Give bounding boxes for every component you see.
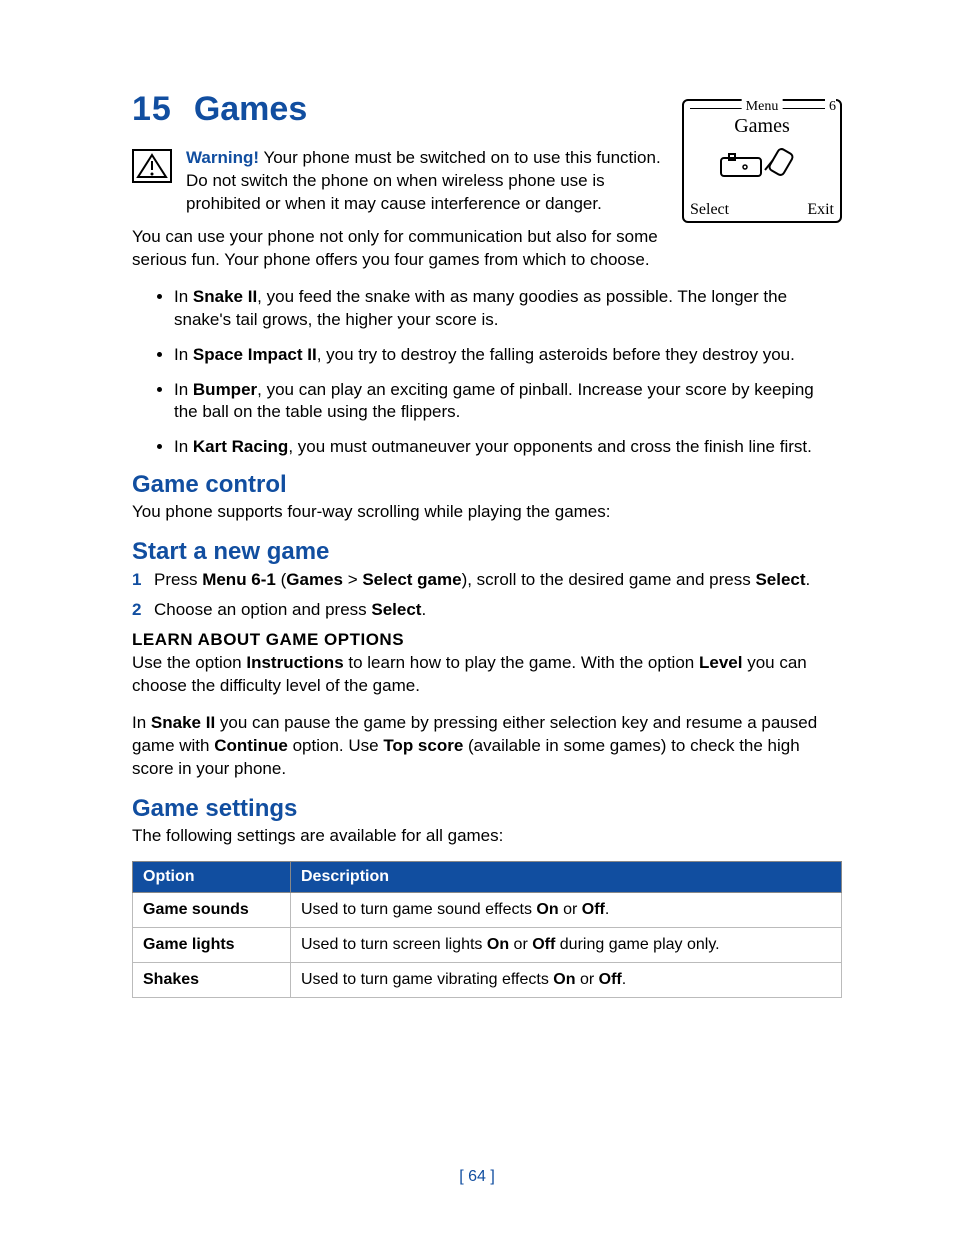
step-item: 2 Choose an option and press Select.	[132, 598, 842, 622]
game-settings-table: Option Description Game sounds Used to t…	[132, 861, 842, 998]
start-game-steps: 1 Press Menu 6-1 (Games > Select game), …	[132, 568, 842, 622]
subsection-heading-learn-options: LEARN ABOUT GAME OPTIONS	[132, 630, 842, 650]
games-list: In Snake II, you feed the snake with as …	[132, 286, 842, 460]
list-item: In Snake II, you feed the snake with as …	[174, 286, 842, 332]
warning-text: Warning! Your phone must be switched on …	[186, 147, 668, 216]
section-heading-game-settings: Game settings	[132, 795, 842, 823]
page-number: [ 64 ]	[0, 1168, 954, 1186]
game-control-text: You phone supports four-way scrolling wh…	[132, 501, 842, 524]
table-cell-option: Game lights	[133, 928, 291, 963]
chapter-name: Games	[194, 90, 307, 128]
phone-menu-number: 6	[825, 99, 836, 115]
phone-game-icon	[684, 144, 840, 189]
phone-screen-illustration: Menu 6 Games Select Exit	[682, 99, 842, 223]
table-cell-option: Game sounds	[133, 893, 291, 928]
table-cell-description: Used to turn game vibrating effects On o…	[291, 963, 842, 998]
warning-block: Warning! Your phone must be switched on …	[132, 147, 668, 216]
learn-options-p1: Use the option Instructions to learn how…	[132, 652, 842, 698]
table-header-option: Option	[133, 862, 291, 893]
warning-icon	[132, 147, 172, 188]
list-item: In Kart Racing, you must outmaneuver you…	[174, 436, 842, 459]
table-cell-description: Used to turn screen lights On or Off dur…	[291, 928, 842, 963]
warning-label: Warning!	[186, 148, 259, 167]
learn-options-p2: In Snake II you can pause the game by pr…	[132, 712, 842, 781]
game-settings-intro: The following settings are available for…	[132, 825, 842, 848]
phone-left-softkey: Select	[690, 201, 729, 219]
list-item: In Space Impact II, you try to destroy t…	[174, 344, 842, 367]
list-item: In Bumper, you can play an exciting game…	[174, 379, 842, 425]
table-row: Shakes Used to turn game vibrating effec…	[133, 963, 842, 998]
table-cell-option: Shakes	[133, 963, 291, 998]
table-row: Game lights Used to turn screen lights O…	[133, 928, 842, 963]
table-row: Game sounds Used to turn game sound effe…	[133, 893, 842, 928]
phone-menu-label: Menu	[742, 99, 783, 115]
intro-paragraph: You can use your phone not only for comm…	[132, 226, 668, 272]
chapter-number: 15	[132, 90, 172, 129]
table-cell-description: Used to turn game sound effects On or Of…	[291, 893, 842, 928]
section-heading-game-control: Game control	[132, 471, 842, 499]
table-header-description: Description	[291, 862, 842, 893]
phone-screen-title: Games	[684, 115, 840, 138]
phone-right-softkey: Exit	[807, 201, 834, 219]
step-item: 1 Press Menu 6-1 (Games > Select game), …	[132, 568, 842, 592]
section-heading-start-game: Start a new game	[132, 538, 842, 566]
